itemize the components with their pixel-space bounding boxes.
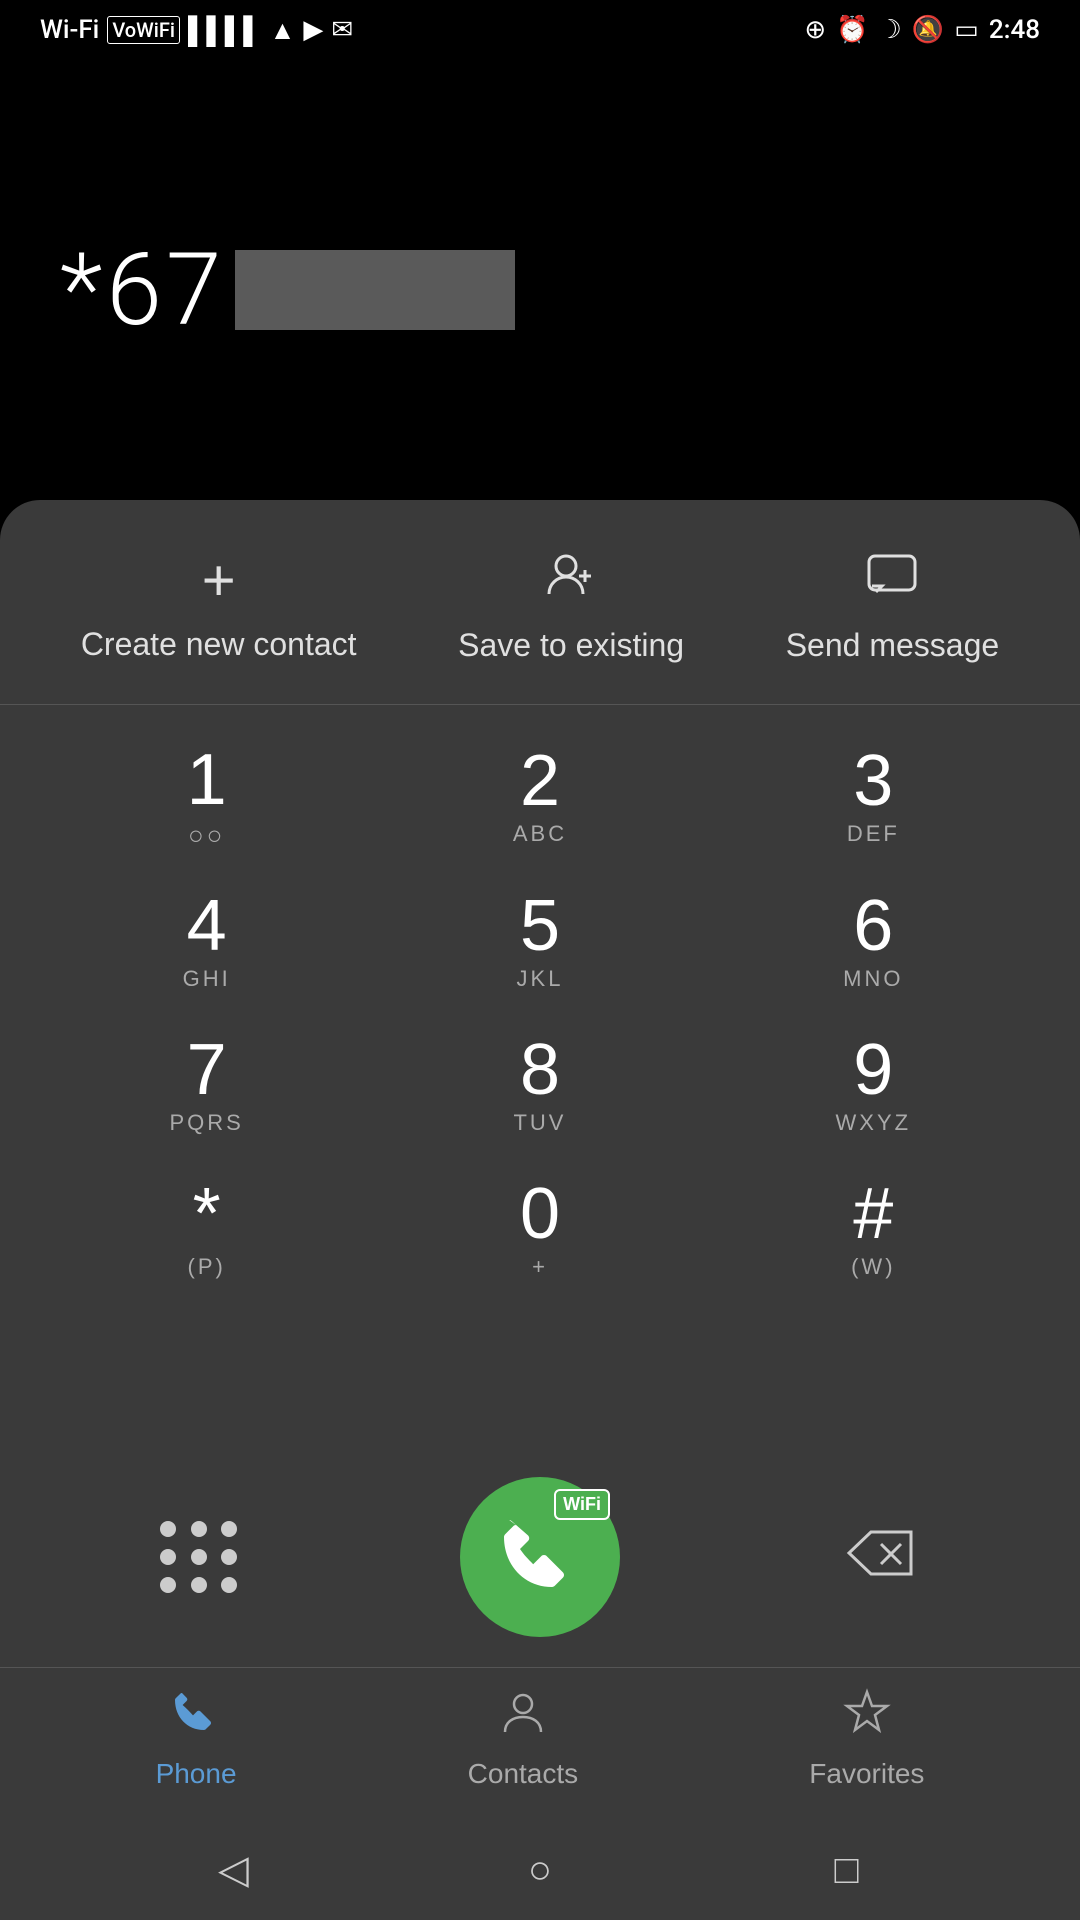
- create-new-contact-label: Create new contact: [81, 626, 357, 663]
- bottom-action-row: WiFi: [0, 1467, 1080, 1667]
- bottom-panel: + Create new contact Save to existing: [0, 500, 1080, 1920]
- action-row: + Create new contact Save to existing: [0, 500, 1080, 705]
- carrier-label: Wi-Fi: [40, 15, 99, 45]
- email-icon: ✉: [331, 15, 353, 45]
- send-message-label: Send message: [786, 627, 999, 664]
- home-icon: ○: [528, 1848, 552, 1893]
- nav-tabs: Phone Contacts Favorites: [0, 1667, 1080, 1820]
- message-icon: [866, 550, 918, 611]
- phone-handset-icon: [500, 1517, 580, 1597]
- key-3-letters: DEF: [847, 821, 900, 849]
- key-2-number: 2: [520, 745, 560, 817]
- plus-icon: +: [202, 552, 236, 610]
- tab-favorites-label: Favorites: [809, 1758, 924, 1790]
- recents-icon: □: [835, 1848, 859, 1893]
- tab-phone[interactable]: Phone: [156, 1688, 237, 1790]
- key-5[interactable]: 5 JKL: [373, 869, 706, 1013]
- contacts-tab-icon: [499, 1688, 547, 1748]
- status-bar: Wi-Fi VoWiFi ▌▌▌▌ ▲ ▶ ✉ ⊕ ⏰ ☽ 🔕 ▭ 2:48: [0, 0, 1080, 60]
- key-6-number: 6: [853, 890, 893, 962]
- backspace-icon: [845, 1523, 915, 1592]
- save-to-existing-label: Save to existing: [458, 627, 684, 664]
- dialpad-dots-button[interactable]: [140, 1497, 260, 1617]
- recents-button[interactable]: □: [807, 1830, 887, 1910]
- key-3[interactable]: 3 DEF: [707, 725, 1040, 869]
- battery-icon: ▭: [954, 15, 979, 45]
- mute-icon: 🔕: [912, 15, 944, 45]
- key-6-letters: MNO: [843, 966, 903, 994]
- key-7[interactable]: 7 PQRS: [40, 1014, 373, 1158]
- wifi-icon: ▲: [270, 15, 296, 46]
- tab-favorites[interactable]: Favorites: [809, 1688, 924, 1790]
- favorites-tab-icon: [843, 1688, 891, 1748]
- save-to-existing-button[interactable]: Save to existing: [458, 550, 684, 664]
- location-icon: ▶: [303, 15, 323, 45]
- key-9-letters: WXYZ: [836, 1110, 912, 1138]
- key-6[interactable]: 6 MNO: [707, 869, 1040, 1013]
- wifi-badge: WiFi: [554, 1489, 610, 1520]
- vowifi-label: VoWiFi: [107, 16, 180, 44]
- person-add-icon: [545, 550, 597, 611]
- phone-number-display: *67: [60, 232, 225, 349]
- back-button[interactable]: ◁: [193, 1830, 273, 1910]
- key-8[interactable]: 8 TUV: [373, 1014, 706, 1158]
- dialer-display: *67: [0, 60, 1080, 520]
- dots-grid-icon: [160, 1521, 240, 1593]
- key-5-letters: JKL: [517, 966, 564, 994]
- tab-phone-label: Phone: [156, 1758, 237, 1790]
- key-4-number: 4: [187, 890, 227, 962]
- key-4[interactable]: 4 GHI: [40, 869, 373, 1013]
- key-8-letters: TUV: [513, 1110, 566, 1138]
- key-8-number: 8: [520, 1034, 560, 1106]
- key-9-number: 9: [853, 1034, 893, 1106]
- moon-icon: ☽: [879, 15, 902, 45]
- key-0[interactable]: 0 +: [373, 1158, 706, 1302]
- signal-icon: ▌▌▌▌: [188, 15, 262, 46]
- key-hash-number: #: [853, 1178, 893, 1250]
- clock-icon: ⏰: [836, 15, 868, 45]
- key-2[interactable]: 2 ABC: [373, 725, 706, 869]
- key-star-letters: (P): [188, 1254, 226, 1282]
- keypad: 1 ○○ 2 ABC 3 DEF 4 GHI 5 JKL 6 MNO 7 PQR…: [0, 705, 1080, 1467]
- key-hash[interactable]: # (W): [707, 1158, 1040, 1302]
- key-4-letters: GHI: [183, 966, 231, 994]
- key-9[interactable]: 9 WXYZ: [707, 1014, 1040, 1158]
- status-left: Wi-Fi VoWiFi ▌▌▌▌ ▲ ▶ ✉: [40, 15, 353, 46]
- key-0-number: 0: [520, 1178, 560, 1250]
- key-hash-letters: (W): [851, 1254, 895, 1282]
- backspace-button[interactable]: [820, 1497, 940, 1617]
- key-1-number: 1: [187, 744, 227, 816]
- key-5-number: 5: [520, 890, 560, 962]
- phone-tab-icon: [172, 1688, 220, 1748]
- send-message-button[interactable]: Send message: [786, 550, 999, 664]
- status-right: ⊕ ⏰ ☽ 🔕 ▭ 2:48: [804, 15, 1040, 45]
- time-label: 2:48: [989, 15, 1040, 45]
- key-2-letters: ABC: [513, 821, 567, 849]
- key-7-letters: PQRS: [169, 1110, 243, 1138]
- tab-contacts-label: Contacts: [468, 1758, 579, 1790]
- back-icon: ◁: [218, 1847, 249, 1893]
- call-button[interactable]: WiFi: [460, 1477, 620, 1637]
- text-cursor: [235, 250, 515, 330]
- create-new-contact-button[interactable]: + Create new contact: [81, 552, 357, 663]
- tab-contacts[interactable]: Contacts: [468, 1688, 579, 1790]
- key-1[interactable]: 1 ○○: [40, 725, 373, 869]
- alarm-icon: ⊕: [804, 15, 826, 45]
- key-7-number: 7: [187, 1034, 227, 1106]
- home-button[interactable]: ○: [500, 1830, 580, 1910]
- key-star[interactable]: * (P): [40, 1158, 373, 1302]
- key-3-number: 3: [853, 745, 893, 817]
- key-1-letters: ○○: [188, 820, 225, 851]
- call-button-inner: WiFi: [500, 1517, 580, 1597]
- key-star-number: *: [193, 1178, 221, 1250]
- key-0-letters: +: [532, 1254, 548, 1282]
- system-nav-bar: ◁ ○ □: [0, 1820, 1080, 1920]
